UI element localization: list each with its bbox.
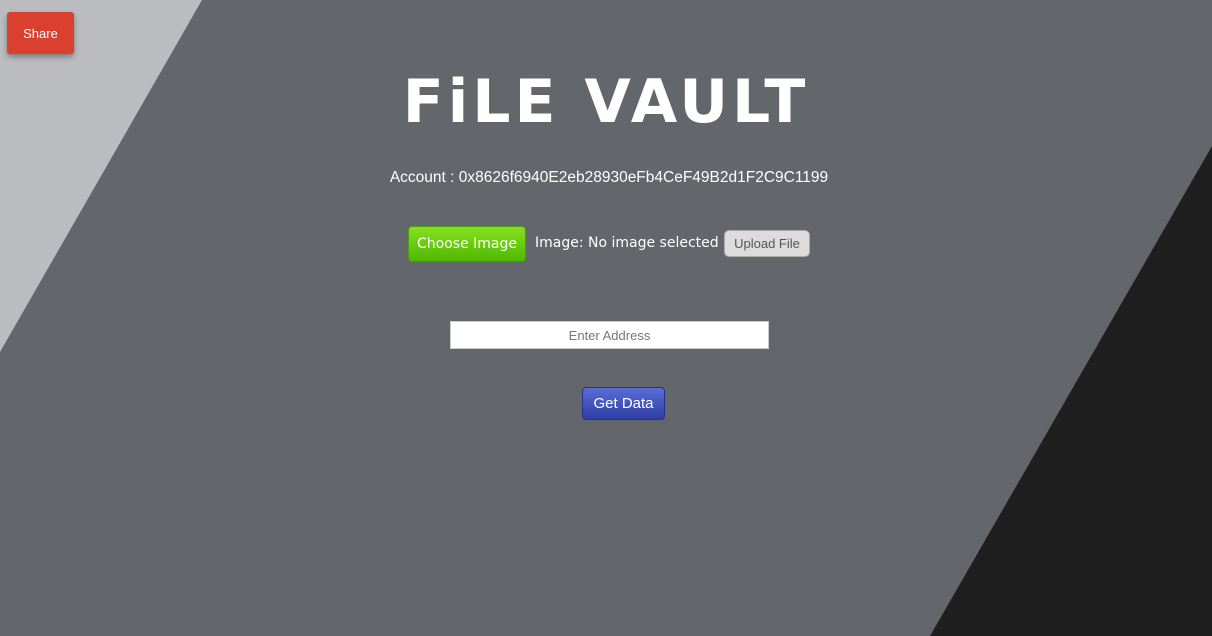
- image-status-text: Image: No image selected: [535, 235, 719, 251]
- account-info: Account : 0x8626f6940E2eb28930eFb4CeF49B…: [0, 168, 1212, 188]
- account-address: 0x8626f6940E2eb28930eFb4CeF49B2d1F2C9C11…: [458, 169, 829, 186]
- choose-image-button[interactable]: Choose Image: [408, 226, 526, 262]
- share-button[interactable]: Share: [7, 12, 74, 54]
- right-diagonal-band: [930, 146, 1212, 636]
- get-data-button[interactable]: Get Data: [582, 387, 665, 420]
- upload-file-button[interactable]: Upload File: [724, 230, 810, 257]
- page-title: FiLE VAULT: [402, 67, 810, 137]
- account-label: Account :: [389, 169, 455, 186]
- address-input[interactable]: [450, 321, 769, 349]
